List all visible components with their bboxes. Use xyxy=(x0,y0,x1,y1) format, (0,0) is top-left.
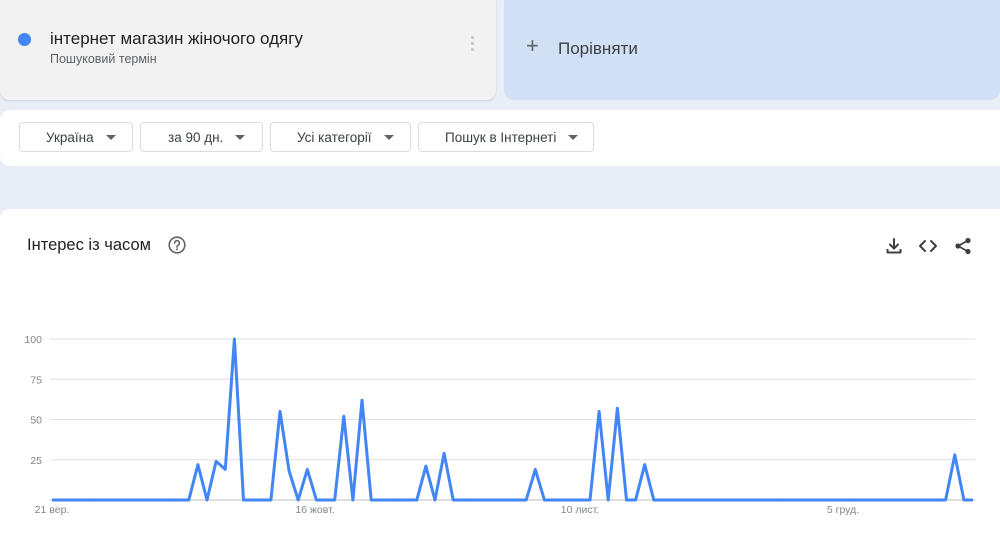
caret-down-icon xyxy=(105,134,116,140)
search-term-card[interactable]: інтернет магазин жіночого одягу Пошукови… xyxy=(0,0,496,100)
download-icon[interactable] xyxy=(884,236,904,256)
embed-icon[interactable] xyxy=(918,236,938,256)
filter-search-type-label: Пошук в Інтернеті xyxy=(445,129,557,145)
compare-label[interactable]: Порівняти xyxy=(558,39,638,59)
search-term-subtitle: Пошуковий термін xyxy=(50,52,157,66)
filter-bar: Україна за 90 дн. Усі категорії Пошук в … xyxy=(0,110,1000,166)
series-color-dot xyxy=(18,33,31,46)
interest-over-time-card xyxy=(0,209,1000,549)
plus-icon[interactable]: + xyxy=(526,34,539,58)
filter-category[interactable]: Усі категорії xyxy=(270,122,411,152)
more-options-icon[interactable] xyxy=(466,36,478,56)
filter-region[interactable]: Україна xyxy=(19,122,133,152)
help-icon[interactable] xyxy=(168,236,186,254)
chart-section-title: Інтерес із часом xyxy=(27,236,151,254)
search-term-title[interactable]: інтернет магазин жіночого одягу xyxy=(50,29,303,49)
filter-search-type[interactable]: Пошук в Інтернеті xyxy=(418,122,594,152)
filter-time-range-label: за 90 дн. xyxy=(168,129,224,145)
share-icon[interactable] xyxy=(953,236,973,256)
filter-category-label: Усі категорії xyxy=(297,129,372,145)
caret-down-icon xyxy=(383,134,394,140)
filter-time-range[interactable]: за 90 дн. xyxy=(140,122,263,152)
caret-down-icon xyxy=(568,134,579,140)
caret-down-icon xyxy=(235,134,246,140)
filter-region-label: Україна xyxy=(46,129,94,145)
